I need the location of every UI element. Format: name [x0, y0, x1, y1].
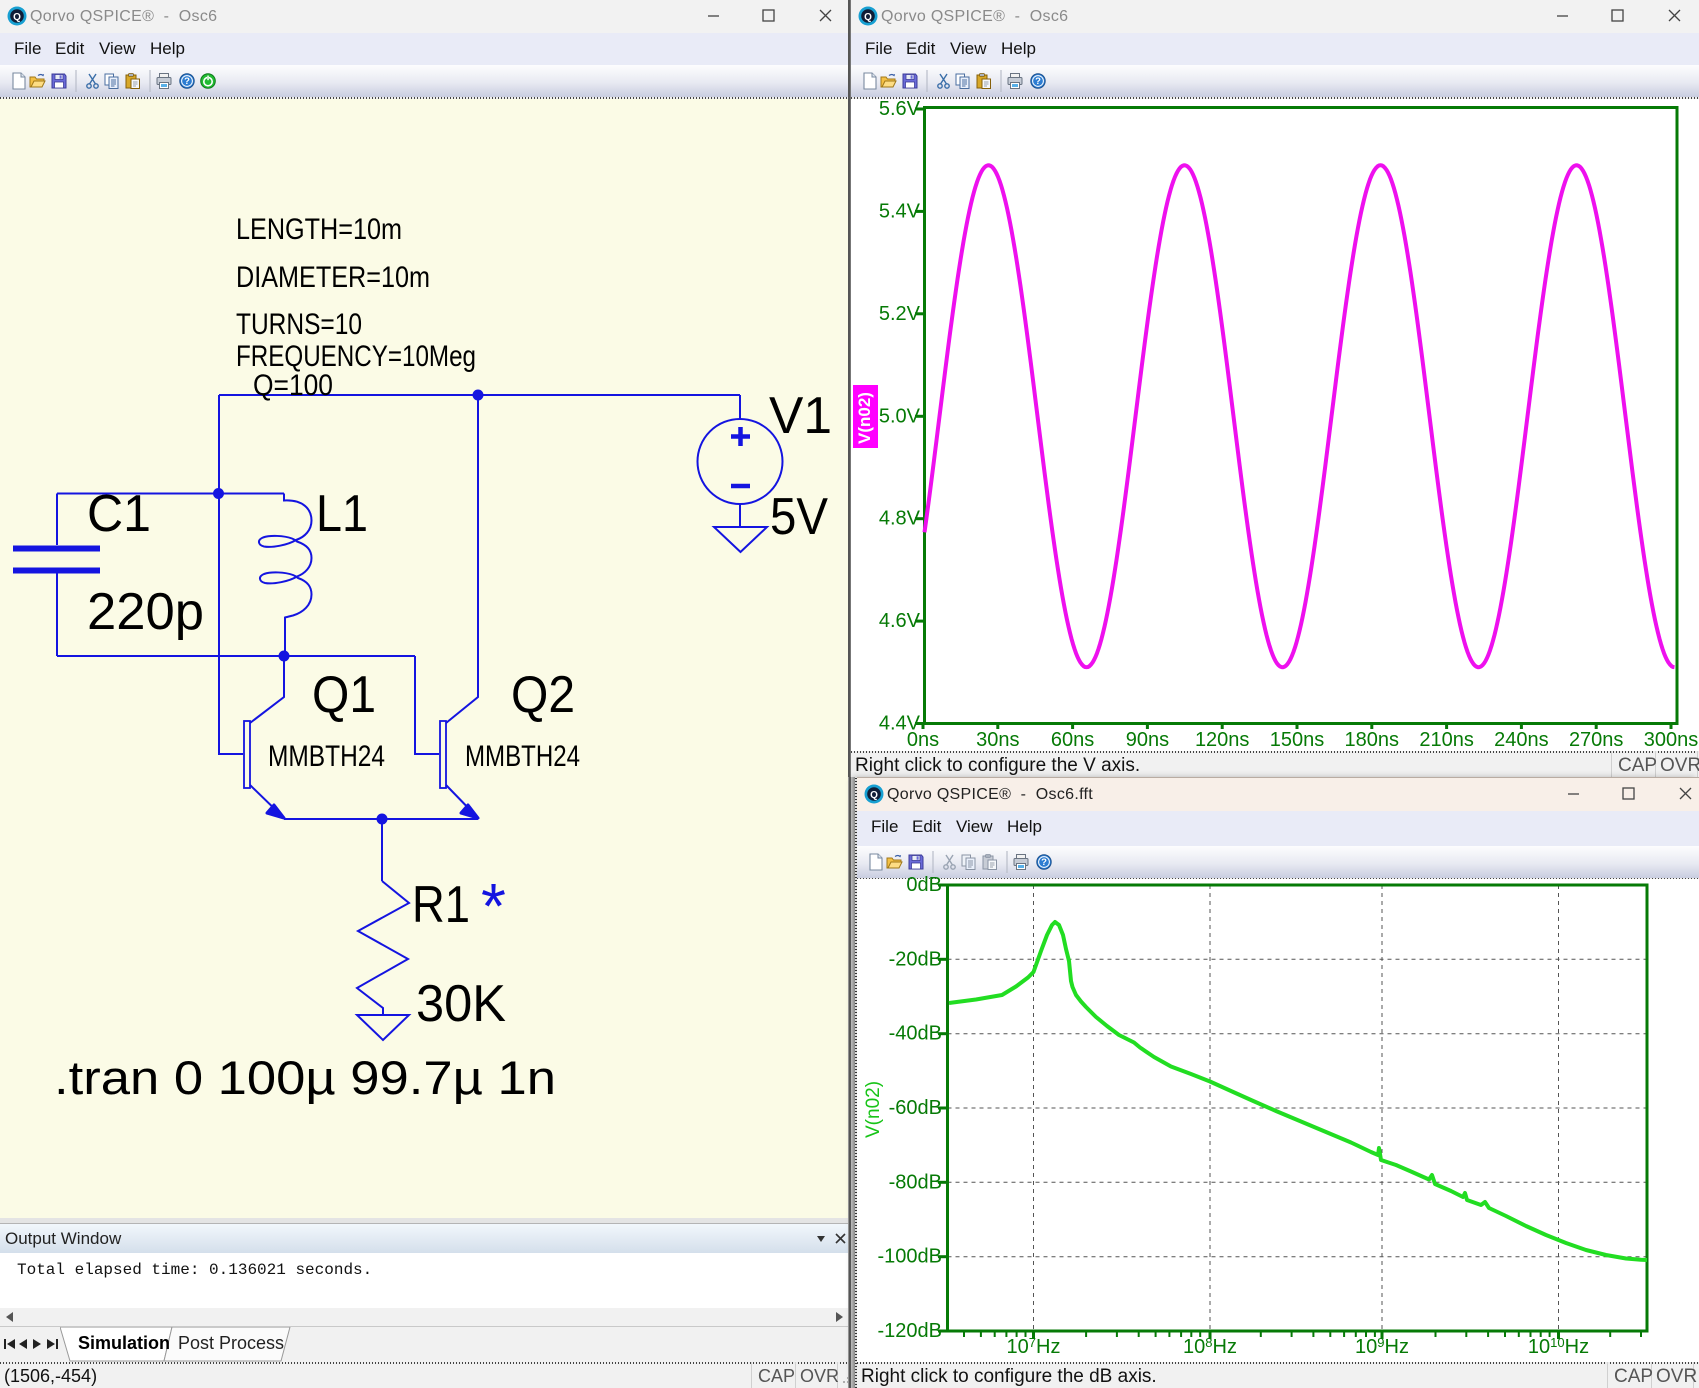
svg-text:MMBTH24: MMBTH24: [268, 740, 385, 773]
svg-text:-60dB: -60dB: [889, 1097, 942, 1119]
svg-text:TURNS=10: TURNS=10: [236, 308, 362, 341]
svg-text:C1: C1: [87, 485, 151, 543]
svg-text:Q: Q: [870, 790, 878, 801]
svg-text:R1: R1: [412, 876, 470, 934]
svg-text:Q1: Q1: [312, 666, 376, 724]
svg-text:0dB: 0dB: [906, 875, 942, 896]
svg-text:Q=100: Q=100: [253, 369, 333, 402]
svg-text:-80dB: -80dB: [889, 1171, 942, 1193]
svg-text:LENGTH=10m: LENGTH=10m: [236, 213, 402, 246]
svg-text:-40dB: -40dB: [889, 1023, 942, 1045]
svg-text:30ns: 30ns: [976, 729, 1019, 751]
svg-text:210ns: 210ns: [1419, 729, 1474, 751]
svg-text:*: *: [481, 870, 506, 942]
svg-text:Q: Q: [13, 12, 21, 23]
svg-text:Q: Q: [864, 12, 872, 23]
svg-text:?: ?: [1041, 857, 1047, 868]
svg-text:5.6V: 5.6V: [879, 99, 921, 120]
svg-text:?: ?: [184, 76, 190, 87]
svg-text:-100dB: -100dB: [878, 1246, 943, 1268]
svg-text:?: ?: [1035, 76, 1041, 87]
svg-text:V(n02): V(n02): [863, 1081, 884, 1138]
svg-text:30K: 30K: [416, 975, 506, 1033]
svg-text:5.4V: 5.4V: [879, 200, 921, 222]
svg-text:L1: L1: [316, 485, 368, 543]
svg-text:270ns: 270ns: [1569, 729, 1624, 751]
svg-text:5.2V: 5.2V: [879, 303, 921, 325]
svg-text:V(n02): V(n02): [855, 392, 874, 444]
svg-text:DIAMETER=10m: DIAMETER=10m: [236, 261, 430, 294]
svg-text:220p: 220p: [87, 583, 204, 641]
svg-text:180ns: 180ns: [1345, 729, 1400, 751]
svg-text:4.6V: 4.6V: [879, 610, 921, 632]
svg-text:-120dB: -120dB: [878, 1320, 943, 1342]
svg-text:120ns: 120ns: [1195, 729, 1250, 751]
svg-text:90ns: 90ns: [1126, 729, 1169, 751]
svg-text:60ns: 60ns: [1051, 729, 1094, 751]
svg-text:0ns: 0ns: [907, 729, 939, 751]
svg-text:150ns: 150ns: [1270, 729, 1325, 751]
svg-text:Q2: Q2: [511, 666, 575, 724]
svg-text:.tran 0 100µ 99.7µ 1n: .tran 0 100µ 99.7µ 1n: [54, 1051, 556, 1104]
svg-text:MMBTH24: MMBTH24: [465, 740, 580, 773]
svg-text:-20dB: -20dB: [889, 948, 942, 970]
svg-text:5.0V: 5.0V: [879, 405, 921, 427]
svg-text:5V: 5V: [770, 488, 828, 546]
svg-text:4.8V: 4.8V: [879, 508, 921, 530]
svg-text:V1: V1: [769, 387, 832, 445]
svg-text:240ns: 240ns: [1494, 729, 1549, 751]
svg-text:300ns: 300ns: [1644, 729, 1699, 751]
